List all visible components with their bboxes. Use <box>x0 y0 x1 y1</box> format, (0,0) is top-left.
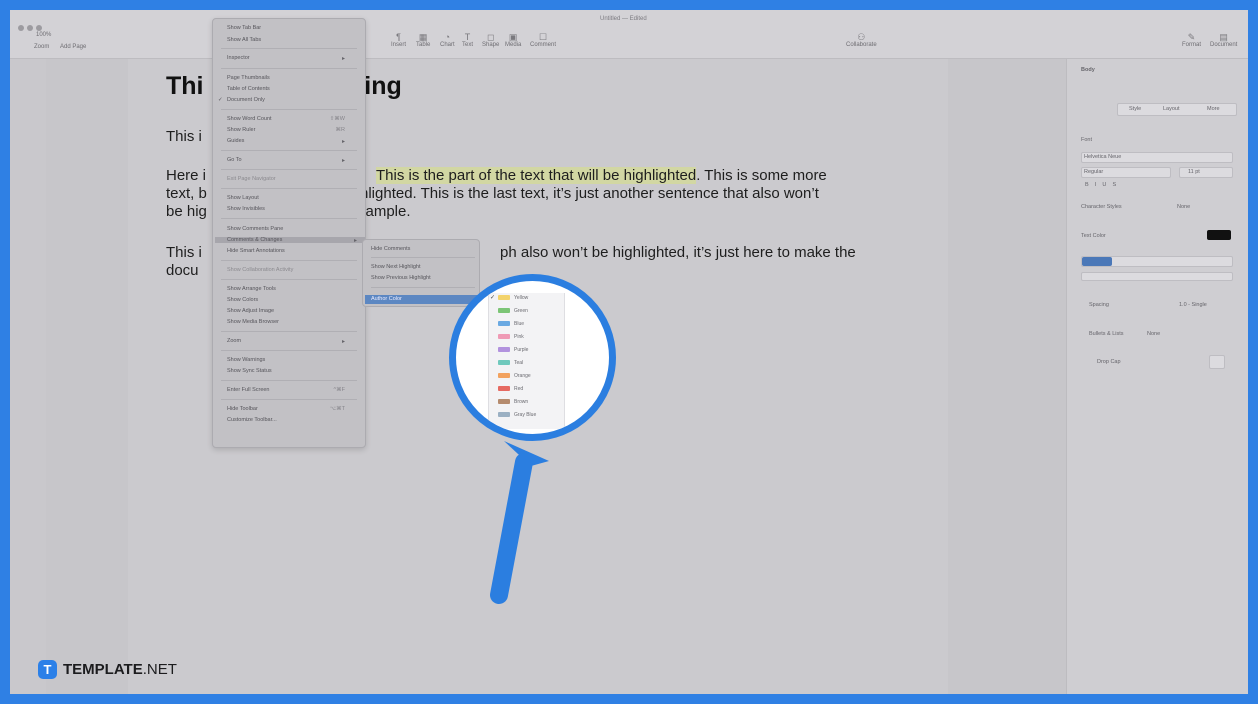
align-left-icon[interactable] <box>1082 257 1112 266</box>
drop-cap-toggle[interactable] <box>1209 355 1225 369</box>
template-logo-icon: T <box>38 660 57 679</box>
paragraph-style-name[interactable]: Body <box>1081 67 1095 73</box>
font-size-field[interactable]: 11 pt <box>1179 167 1233 178</box>
drop-cap-label: Drop Cap <box>1097 359 1121 365</box>
callout-arrow <box>490 441 549 604</box>
logo-text: TEMPLATE.NET <box>63 661 177 678</box>
spacing-select[interactable]: 1.0 - Single <box>1179 302 1207 308</box>
character-styles-label: Character Styles <box>1081 204 1122 210</box>
arrow-shaft <box>490 453 533 604</box>
font-name-select[interactable]: Helvetica Neue <box>1081 152 1233 163</box>
bullets-lists-select[interactable]: None <box>1147 331 1160 337</box>
tab-style[interactable]: Style <box>1129 106 1141 112</box>
text-color-label: Text Color <box>1081 233 1106 239</box>
app-window: 100% Zoom Add Page Untitled — Edited ¶ In… <box>10 10 1248 694</box>
bullets-lists-label[interactable]: Bullets & Lists <box>1089 331 1124 337</box>
font-style-select[interactable]: Regular <box>1081 167 1171 178</box>
bold-italic-underline-buttons[interactable]: B I U S <box>1085 182 1116 188</box>
indent-buttons[interactable] <box>1081 272 1233 281</box>
character-styles-select[interactable]: None <box>1177 204 1190 210</box>
text-color-well[interactable] <box>1207 230 1231 240</box>
font-label: Font <box>1081 137 1093 143</box>
spacing-label[interactable]: Spacing <box>1089 302 1109 308</box>
format-sidebar: Body Style Layout More Font Helvetica Ne… <box>1066 59 1248 694</box>
tab-layout[interactable]: Layout <box>1163 106 1180 112</box>
tab-more[interactable]: More <box>1207 106 1220 112</box>
